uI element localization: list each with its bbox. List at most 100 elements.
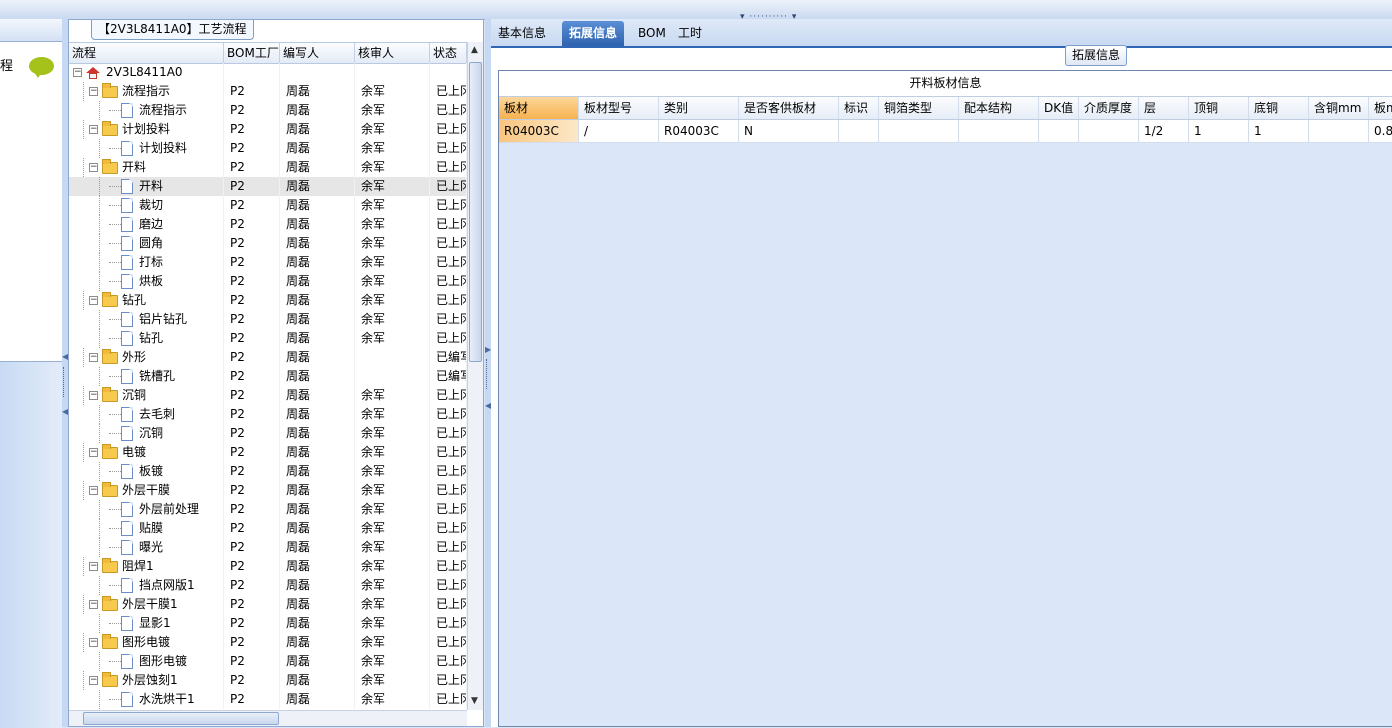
tree-node[interactable]: 计划投料 — [121, 139, 187, 158]
cell-board-thickness[interactable]: 0.8 — [1369, 120, 1392, 142]
column-header-board-thickness[interactable]: 板mm — [1369, 97, 1392, 119]
tree-row[interactable]: 图形电镀 P2周磊余军已上冈 — [69, 652, 467, 671]
tree-node-cell[interactable]: 曝光 — [69, 538, 224, 557]
chat-bubble-icon[interactable] — [29, 57, 54, 78]
column-header-status[interactable]: 状态 — [430, 43, 467, 63]
tree-row[interactable]: 挡点网版1 P2周磊余军已上冈 — [69, 576, 467, 595]
column-header-layer[interactable]: 层 — [1139, 97, 1189, 119]
left-panel-item[interactable]: 程 — [0, 55, 13, 74]
tree-row[interactable]: 沉铜 P2周磊余军已上冈 — [69, 424, 467, 443]
tree-row[interactable]: 烘板 P2周磊余军已上冈 — [69, 272, 467, 291]
tree-row[interactable]: − 2V3L8411A0 — [69, 63, 467, 82]
tree-node[interactable]: 外层前处理 — [121, 500, 199, 519]
tree-node-cell[interactable]: − 电镀 — [69, 443, 224, 462]
tree-node-cell[interactable]: − 阻焊1 — [69, 557, 224, 576]
collapse-toggle-icon[interactable]: − — [89, 125, 98, 134]
tree-row[interactable]: 钻孔 P2周磊余军已上冈 — [69, 329, 467, 348]
tree-node-cell[interactable]: − 计划投料 — [69, 120, 224, 139]
tree-node[interactable]: 铣槽孔 — [121, 367, 175, 386]
tree-row[interactable]: 计划投料 P2周磊余军已上冈 — [69, 139, 467, 158]
tree-node[interactable]: − 外层蚀刻1 — [89, 671, 178, 690]
tree-row[interactable]: 外层前处理 P2周磊余军已上冈 — [69, 500, 467, 519]
column-header-top-copper[interactable]: 顶铜 — [1189, 97, 1249, 119]
tree-node[interactable]: 图形电镀 — [121, 652, 187, 671]
column-header-auditor[interactable]: 核审人 — [355, 43, 430, 63]
tree-node-cell[interactable]: − 流程指示 — [69, 82, 224, 101]
tab-work-hours[interactable]: 工时 — [671, 21, 709, 46]
column-header-dielectric-thickness[interactable]: 介质厚度 — [1079, 97, 1139, 119]
collapse-toggle-icon[interactable]: − — [89, 562, 98, 571]
tree-row[interactable]: − 开料 P2周磊余军已上冈 — [69, 158, 467, 177]
tree-row[interactable]: − 沉铜 P2周磊余军已上冈 — [69, 386, 467, 405]
tree-node-cell[interactable]: − 开料 — [69, 158, 224, 177]
collapse-toggle-icon[interactable]: − — [89, 163, 98, 172]
tree-node[interactable]: − 电镀 — [89, 443, 146, 462]
cell-top-copper[interactable]: 1 — [1189, 120, 1249, 142]
tree-node-cell[interactable]: 挡点网版1 — [69, 576, 224, 595]
tree-row[interactable]: 板镀 P2周磊余军已上冈 — [69, 462, 467, 481]
tree-node-cell[interactable]: 烘板 — [69, 272, 224, 291]
tree-node-cell[interactable]: − 外层蚀刻1 — [69, 671, 224, 690]
tree-node-cell[interactable]: 铣槽孔 — [69, 367, 224, 386]
collapse-toggle-icon[interactable]: − — [89, 296, 98, 305]
column-header-dk-value[interactable]: DK值 — [1039, 97, 1079, 119]
tree-node-cell[interactable]: 去毛刺 — [69, 405, 224, 424]
tree-node-cell[interactable]: 计划投料 — [69, 139, 224, 158]
tree-node-cell[interactable]: − 钻孔 — [69, 291, 224, 310]
tree-node[interactable]: − 流程指示 — [89, 82, 170, 101]
column-header-bottom-copper[interactable]: 底铜 — [1249, 97, 1309, 119]
column-header-material-model[interactable]: 板材型号 — [579, 97, 659, 119]
tree-node-cell[interactable]: 打标 — [69, 253, 224, 272]
collapse-toggle-icon[interactable]: − — [89, 676, 98, 685]
tree-row[interactable]: 磨边 P2周磊余军已上冈 — [69, 215, 467, 234]
tree-node-cell[interactable]: 钻孔 — [69, 329, 224, 348]
collapse-toggle-icon[interactable]: − — [89, 353, 98, 362]
splitter-grip[interactable] — [486, 359, 490, 389]
tree-row[interactable]: 裁切 P2周磊余军已上冈 — [69, 196, 467, 215]
tree-vertical-scroll-thumb[interactable] — [469, 62, 482, 362]
tree-node-cell[interactable]: 水洗烘干1 — [69, 690, 224, 709]
tree-node-cell[interactable]: − 外层干膜 — [69, 481, 224, 500]
cell-copper-foil-type[interactable] — [879, 120, 959, 142]
cell-dielectric-thickness[interactable] — [1079, 120, 1139, 142]
tree-node-cell[interactable]: 开料 — [69, 177, 224, 196]
tree-node[interactable]: 开料 — [121, 177, 163, 196]
collapse-toggle-icon[interactable]: − — [89, 638, 98, 647]
collapse-toggle-icon[interactable]: − — [89, 391, 98, 400]
column-header-writer[interactable]: 编写人 — [280, 43, 355, 63]
column-header-bom-factory[interactable]: BOM工厂 — [224, 43, 280, 63]
tree-node[interactable]: 板镀 — [121, 462, 163, 481]
tree-node-cell[interactable]: 磨边 — [69, 215, 224, 234]
table-row[interactable]: R04003C / R04003C N 1/2 1 1 0.8 — [499, 120, 1392, 143]
tree-node[interactable]: − 开料 — [89, 158, 146, 177]
tree-node-cell[interactable]: 铝片钻孔 — [69, 310, 224, 329]
tree-node-cell[interactable]: 显影1 — [69, 614, 224, 633]
tree-node-cell[interactable]: 贴膜 — [69, 519, 224, 538]
tree-node-cell[interactable]: 圆角 — [69, 234, 224, 253]
splitter-grip[interactable] — [63, 367, 67, 397]
tree-row[interactable]: − 阻焊1 P2周磊余军已上冈 — [69, 557, 467, 576]
cell-material-model[interactable]: / — [579, 120, 659, 142]
tab-extended-info[interactable]: 拓展信息 — [562, 21, 625, 46]
tree-node[interactable]: 去毛刺 — [121, 405, 175, 424]
tree-node-cell[interactable]: 外层前处理 — [69, 500, 224, 519]
tree-row[interactable]: 铝片钻孔 P2周磊余军已上冈 — [69, 310, 467, 329]
column-header-flow[interactable]: 流程 — [69, 43, 224, 63]
tree-node[interactable]: − 钻孔 — [89, 291, 146, 310]
tree-node[interactable]: − 外形 — [89, 348, 146, 367]
column-header-stackup-structure[interactable]: 配本结构 — [959, 97, 1039, 119]
cell-mark[interactable] — [839, 120, 879, 142]
tree-node[interactable]: − 外层干膜1 — [89, 595, 178, 614]
tree-node-cell[interactable]: 流程指示 — [69, 101, 224, 120]
tree-node-cell[interactable]: − 外形 — [69, 348, 224, 367]
tree-row[interactable]: 水洗烘干1 P2周磊余军已上冈 — [69, 690, 467, 709]
cell-copper-thickness[interactable] — [1309, 120, 1369, 142]
tree-node-cell[interactable]: 裁切 — [69, 196, 224, 215]
column-header-copper-thickness[interactable]: 含铜mm — [1309, 97, 1369, 119]
tree-horizontal-scrollbar[interactable] — [69, 710, 467, 726]
tree-node[interactable]: 流程指示 — [121, 101, 187, 120]
tree-node[interactable]: 贴膜 — [121, 519, 163, 538]
tree-node-cell[interactable]: − 沉铜 — [69, 386, 224, 405]
tree-node[interactable]: − 沉铜 — [89, 386, 146, 405]
collapse-toggle-icon[interactable]: − — [89, 448, 98, 457]
